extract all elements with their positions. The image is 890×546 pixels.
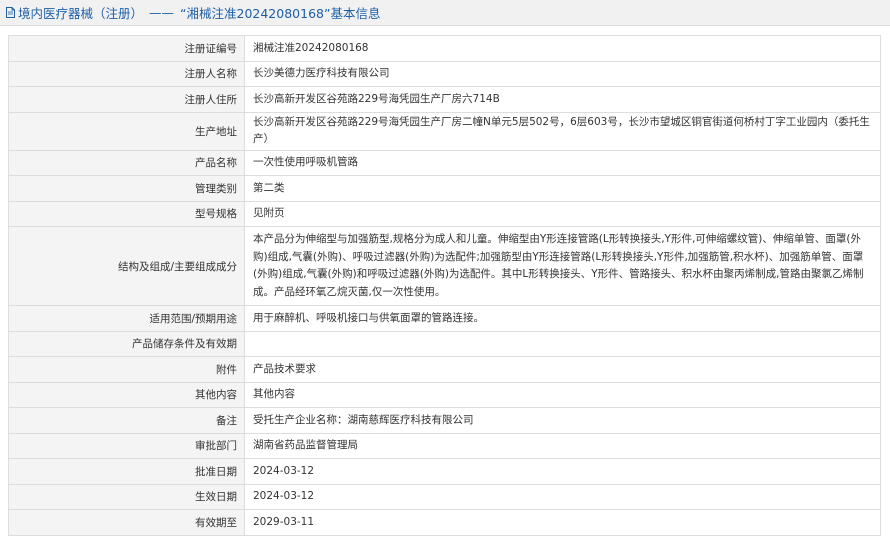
row-value: 用于麻醉机、呼吸机接口与供氧面罩的管路连接。: [244, 305, 881, 332]
row-value: 本产品分为伸缩型与加强筋型,规格分为成人和儿童。伸缩型由Y形连接管路(L形转换接…: [244, 226, 881, 306]
row-value: 其他内容: [244, 381, 881, 408]
table-row: 生效日期 2024-03-12: [8, 483, 881, 510]
row-label: 生效日期: [8, 483, 245, 510]
table-row: 审批部门 湖南省药品监督管理局: [8, 432, 881, 459]
row-value: 2024-03-12: [244, 483, 881, 510]
table-row: 管理类别 第二类: [8, 175, 881, 202]
row-value: 湖南省药品监督管理局: [244, 432, 881, 459]
row-label: 注册人名称: [8, 60, 245, 87]
table-row: 备注 受托生产企业名称：湖南慈辉医疗科技有限公司: [8, 407, 881, 434]
header-separator: ——: [149, 5, 175, 20]
table-row: 产品名称 一次性使用呼吸机管路: [8, 149, 881, 176]
row-label: 适用范围/预期用途: [8, 305, 245, 332]
row-label: 型号规格: [8, 200, 245, 227]
table-row: 批准日期 2024-03-12: [8, 458, 881, 485]
row-value: 产品技术要求: [244, 356, 881, 383]
page-header: 境内医疗器械（注册） —— “湘械注准20242080168”基本信息: [0, 0, 890, 26]
row-value: 2029-03-11: [244, 509, 881, 536]
page-title: “湘械注准20242080168”基本信息: [180, 6, 381, 21]
table-row: 注册人名称 长沙美德力医疗科技有限公司: [8, 60, 881, 87]
row-label: 附件: [8, 356, 245, 383]
row-label: 审批部门: [8, 432, 245, 459]
row-label: 备注: [8, 407, 245, 434]
table-row: 生产地址 长沙高新开发区谷苑路229号海凭园生产厂房二幢N单元5层502号，6层…: [8, 111, 881, 151]
table-row: 适用范围/预期用途 用于麻醉机、呼吸机接口与供氧面罩的管路连接。: [8, 305, 881, 332]
row-label: 有效期至: [8, 509, 245, 536]
table-row: 产品储存条件及有效期: [8, 330, 881, 357]
detail-page: 境内医疗器械（注册） —— “湘械注准20242080168”基本信息 注册证编…: [0, 0, 890, 546]
info-table-container: 注册证编号 湘械注准20242080168 注册人名称 长沙美德力医疗科技有限公…: [8, 35, 881, 536]
table-row: 附件 产品技术要求: [8, 356, 881, 383]
row-label: 注册证编号: [8, 35, 245, 62]
row-value: 第二类: [244, 175, 881, 202]
table-row: 注册人住所 长沙高新开发区谷苑路229号海凭园生产厂房六714B: [8, 86, 881, 113]
row-label: 生产地址: [8, 111, 245, 151]
row-value: 长沙高新开发区谷苑路229号海凭园生产厂房六714B: [244, 86, 881, 113]
row-label: 注册人住所: [8, 86, 245, 113]
row-value: 湘械注准20242080168: [244, 35, 881, 62]
table-row: 注册证编号 湘械注准20242080168: [8, 35, 881, 62]
row-value: 2024-03-12: [244, 458, 881, 485]
row-value: 见附页: [244, 200, 881, 227]
table-row: 型号规格 见附页: [8, 200, 881, 227]
header-category: 境内医疗器械（注册）: [18, 6, 144, 21]
row-value: 一次性使用呼吸机管路: [244, 149, 881, 176]
row-label: 结构及组成/主要组成成分: [8, 226, 245, 306]
row-value: 长沙美德力医疗科技有限公司: [244, 60, 881, 87]
row-label: 产品名称: [8, 149, 245, 176]
row-label: 批准日期: [8, 458, 245, 485]
table-row: 结构及组成/主要组成成分 本产品分为伸缩型与加强筋型,规格分为成人和儿童。伸缩型…: [8, 226, 881, 306]
info-table: 注册证编号 湘械注准20242080168 注册人名称 长沙美德力医疗科技有限公…: [8, 35, 881, 536]
row-value: 受托生产企业名称：湖南慈辉医疗科技有限公司: [244, 407, 881, 434]
row-label: 其他内容: [8, 381, 245, 408]
row-label: 管理类别: [8, 175, 245, 202]
row-value: 长沙高新开发区谷苑路229号海凭园生产厂房二幢N单元5层502号，6层603号，…: [244, 111, 881, 151]
table-row: 有效期至 2029-03-11: [8, 509, 881, 536]
row-label: 产品储存条件及有效期: [8, 330, 245, 357]
document-icon: [6, 7, 15, 18]
table-row: 其他内容 其他内容: [8, 381, 881, 408]
row-value: [244, 330, 881, 357]
